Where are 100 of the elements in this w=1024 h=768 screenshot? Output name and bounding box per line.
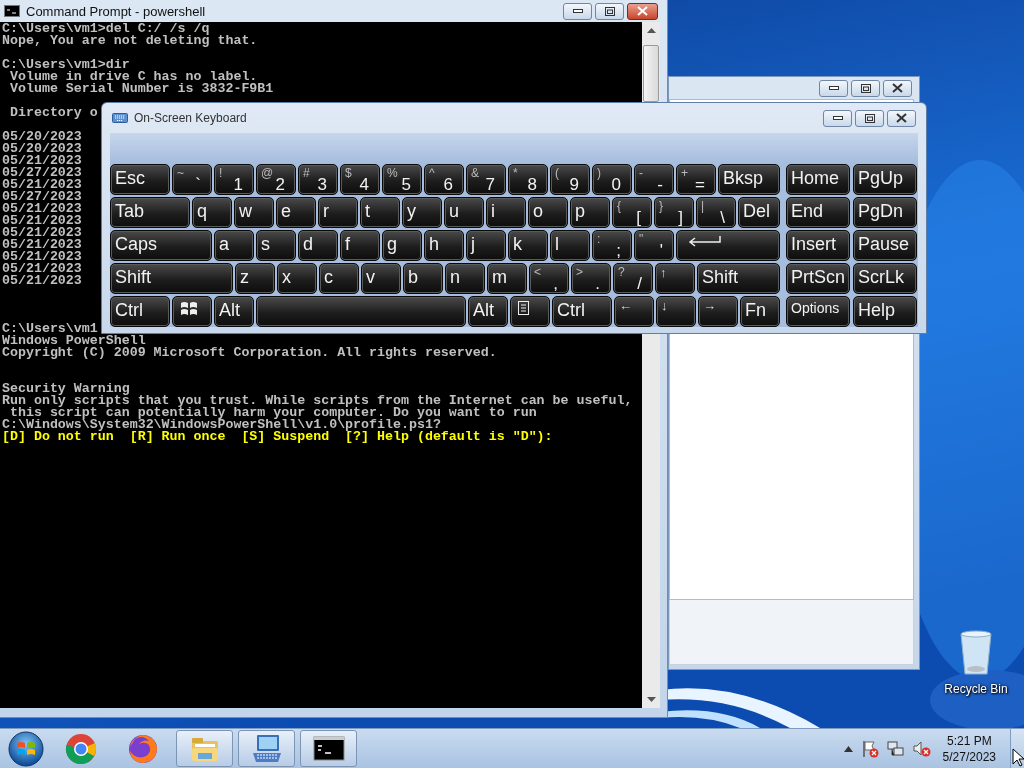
keyboard-key[interactable]: Insert xyxy=(786,230,850,261)
window-title: Command Prompt - powershell xyxy=(26,3,206,19)
keyboard-key[interactable]: $ 4 xyxy=(340,164,380,195)
keyboard-key[interactable]: ) 0 xyxy=(592,164,632,195)
start-button[interactable] xyxy=(6,729,46,768)
keyboard-key[interactable]: " ' xyxy=(634,230,674,261)
keyboard-key[interactable]: } ] xyxy=(654,197,694,228)
keyboard-key[interactable]: o xyxy=(528,197,568,228)
keyboard-key[interactable]: b xyxy=(403,263,443,294)
keyboard-key[interactable]: ! 1 xyxy=(214,164,254,195)
keyboard-key[interactable]: | \ xyxy=(696,197,736,228)
keyboard-key[interactable] xyxy=(676,230,780,261)
maximize-button[interactable] xyxy=(595,2,624,20)
keyboard-key[interactable]: ScrLk xyxy=(853,263,917,294)
keyboard-key[interactable]: → xyxy=(698,296,738,327)
caret-icon[interactable] xyxy=(843,745,853,752)
keyboard-key[interactable]: Alt xyxy=(214,296,254,327)
keyboard-key[interactable]: % 5 xyxy=(382,164,422,195)
keyboard-key[interactable]: g xyxy=(382,230,422,261)
keyboard-key[interactable]: ← xyxy=(614,296,654,327)
speaker-muted-icon[interactable] xyxy=(912,739,931,758)
keyboard-key[interactable]: c xyxy=(319,263,359,294)
scrollbar-thumb[interactable] xyxy=(643,45,659,102)
keyboard-key[interactable]: Esc xyxy=(110,164,170,195)
keyboard-key[interactable]: ^ 6 xyxy=(424,164,464,195)
console-line: 05/21/2023 xyxy=(2,249,82,264)
close-button[interactable] xyxy=(883,79,912,97)
console-line: Copyright (C) 2009 Microsoft Corporation. All rights reserved. xyxy=(2,345,497,360)
keyboard-key[interactable]: Pause xyxy=(853,230,917,261)
keyboard-key[interactable]: Ctrl xyxy=(552,296,612,327)
keyboard-key[interactable]: ~ ` xyxy=(172,164,212,195)
keyboard-key[interactable]: l xyxy=(550,230,590,261)
keyboard-key[interactable]: r xyxy=(318,197,358,228)
keyboard-key[interactable]: PrtScn xyxy=(786,263,850,294)
keyboard-key[interactable]: q xyxy=(192,197,232,228)
keyboard-key[interactable]: y xyxy=(402,197,442,228)
keyboard-key[interactable]: a xyxy=(214,230,254,261)
keyboard-key[interactable]: z xyxy=(235,263,275,294)
keyboard-key[interactable]: Bksp xyxy=(718,164,780,195)
minimize-button[interactable] xyxy=(819,79,848,97)
keyboard-key[interactable]: x xyxy=(277,263,317,294)
keyboard-key[interactable]: ↑ xyxy=(655,263,695,294)
minimize-button[interactable] xyxy=(823,109,852,127)
keyboard-key[interactable]: m xyxy=(487,263,527,294)
minimize-button[interactable] xyxy=(563,2,592,20)
down-arrow-icon[interactable] xyxy=(646,697,656,702)
keyboard-key[interactable]: Shift xyxy=(110,263,233,294)
keyboard-key[interactable]: Alt xyxy=(468,296,508,327)
keyboard-key[interactable]: k xyxy=(508,230,548,261)
flag-icon[interactable] xyxy=(860,739,879,758)
taskbar-button[interactable] xyxy=(300,730,357,767)
keyboard-key[interactable]: f xyxy=(340,230,380,261)
keyboard-key[interactable]: ? / xyxy=(613,263,653,294)
keyboard-key[interactable]: > . xyxy=(571,263,611,294)
keyboard-key[interactable]: + = xyxy=(676,164,716,195)
console-line: 05/21/2023 xyxy=(2,153,82,168)
keyboard-key[interactable]: < , xyxy=(529,263,569,294)
keyboard-key[interactable]: : ; xyxy=(592,230,632,261)
keyboard-key[interactable]: Caps xyxy=(110,230,212,261)
keyboard-key[interactable]: PgDn xyxy=(853,197,917,228)
keyboard-key[interactable]: i xyxy=(486,197,526,228)
keyboard-key[interactable]: e xyxy=(276,197,316,228)
keyboard-key[interactable]: Ctrl xyxy=(110,296,170,327)
keyboard-key[interactable]: h xyxy=(424,230,464,261)
keyboard-key[interactable]: p xyxy=(570,197,610,228)
up-arrow-icon[interactable] xyxy=(646,28,656,33)
close-button[interactable] xyxy=(627,2,658,20)
keyboard-key[interactable]: v xyxy=(361,263,401,294)
keyboard-key[interactable]: Del xyxy=(738,197,780,228)
keyboard-key[interactable]: Home xyxy=(786,164,850,195)
maximize-button[interactable] xyxy=(855,109,884,127)
keyboard-key[interactable] xyxy=(510,296,550,327)
keyboard-key[interactable]: { [ xyxy=(612,197,652,228)
keyboard-key[interactable]: t xyxy=(360,197,400,228)
recycle-bin[interactable]: Recycle Bin xyxy=(940,630,1012,696)
keyboard-key[interactable]: Fn xyxy=(740,296,780,327)
keyboard-key[interactable]: Options xyxy=(786,296,850,327)
keyboard-key[interactable]: Shift xyxy=(697,263,780,294)
keyboard-key[interactable]: - - xyxy=(634,164,674,195)
keyboard-key[interactable]: # 3 xyxy=(298,164,338,195)
keyboard-key[interactable]: @ 2 xyxy=(256,164,296,195)
keyboard-key[interactable] xyxy=(172,296,212,327)
keyboard-key[interactable]: d xyxy=(298,230,338,261)
keyboard-key[interactable]: u xyxy=(444,197,484,228)
keyboard-key[interactable]: ↓ xyxy=(656,296,696,327)
keyboard-key[interactable]: j xyxy=(466,230,506,261)
keyboard-key[interactable]: & 7 xyxy=(466,164,506,195)
keyboard-key[interactable]: ( 9 xyxy=(550,164,590,195)
keyboard-key[interactable]: * 8 xyxy=(508,164,548,195)
keyboard-key[interactable]: s xyxy=(256,230,296,261)
keyboard-key[interactable]: End xyxy=(786,197,850,228)
keyboard-key[interactable]: n xyxy=(445,263,485,294)
keyboard-key[interactable]: w xyxy=(234,197,274,228)
space-key[interactable] xyxy=(256,296,466,327)
close-button[interactable] xyxy=(887,109,916,127)
keyboard-key[interactable]: Help xyxy=(853,296,917,327)
network-icon[interactable] xyxy=(886,739,905,758)
keyboard-key[interactable]: Tab xyxy=(110,197,190,228)
keyboard-key[interactable]: PgUp xyxy=(853,164,917,195)
maximize-button[interactable] xyxy=(851,79,880,97)
